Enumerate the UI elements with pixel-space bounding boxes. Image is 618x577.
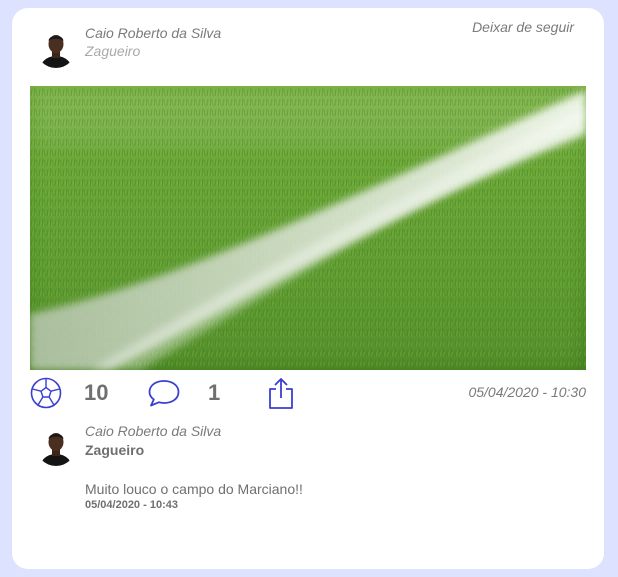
comment-author-name[interactable]: Caio Roberto da Silva: [85, 423, 221, 439]
comment-text: Muito louco o campo do Marciano!!: [85, 481, 303, 497]
unfollow-button[interactable]: Deixar de seguir: [472, 19, 574, 35]
speech-bubble-icon: [148, 380, 180, 407]
share-button[interactable]: [268, 377, 294, 410]
post-author-name[interactable]: Caio Roberto da Silva: [85, 25, 221, 41]
soccer-ball-icon: [30, 377, 62, 409]
author-avatar[interactable]: [36, 28, 76, 68]
comment-author-role: Zagueiro: [85, 442, 145, 458]
like-count: 10: [84, 380, 109, 405]
share-icon: [269, 378, 293, 409]
post-image[interactable]: [30, 86, 586, 370]
comment-date: 05/04/2020 - 10:43: [85, 499, 178, 511]
comment-button[interactable]: [148, 379, 180, 407]
post-author-role: Zagueiro: [85, 43, 141, 59]
like-button[interactable]: [30, 377, 62, 409]
post-card: Caio Roberto da Silva Zagueiro Deixar de…: [12, 8, 604, 569]
comment-count: 1: [208, 380, 221, 405]
post-date: 05/04/2020 - 10:30: [468, 384, 586, 400]
commenter-avatar[interactable]: [36, 426, 76, 466]
